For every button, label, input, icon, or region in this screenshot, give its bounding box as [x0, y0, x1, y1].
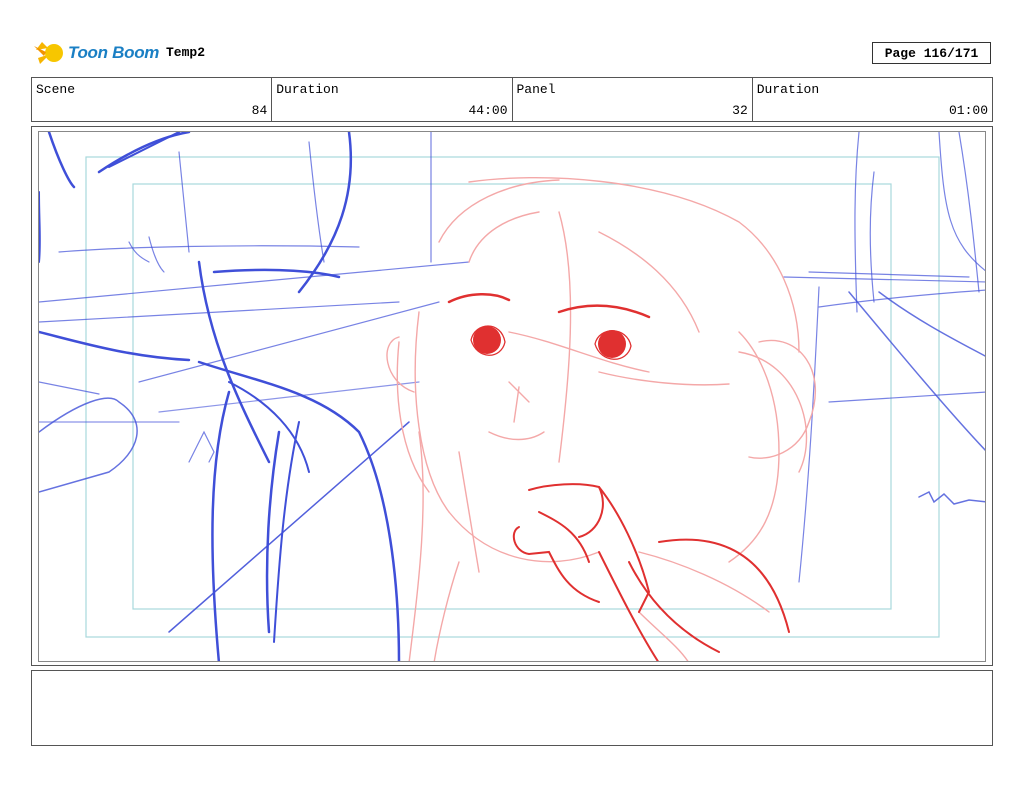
- scene-duration-value: 44:00: [468, 103, 508, 118]
- scene-duration-cell: Duration 44:00: [272, 78, 513, 121]
- notes-box[interactable]: [31, 670, 993, 746]
- scene-duration-label: Duration: [276, 82, 339, 97]
- panel-info-row: Scene 84 Duration 44:00 Panel 32 Duratio…: [31, 77, 993, 122]
- background-sketch: [39, 132, 985, 661]
- character-rough-sketch: [386, 177, 817, 661]
- toon-boom-logo: Toon Boom: [34, 38, 164, 68]
- project-name: Temp2: [166, 45, 206, 60]
- page-counter: Page 116/171: [872, 42, 991, 64]
- scene-cell: Scene 84: [32, 78, 273, 121]
- panel-value: 32: [732, 103, 748, 118]
- brand-name: Toon Boom: [68, 43, 160, 62]
- toon-boom-logo-icon: [34, 42, 63, 64]
- panel-cell: Panel 32: [513, 78, 753, 121]
- panel-duration-label: Duration: [756, 82, 820, 97]
- scene-value: 84: [251, 103, 268, 118]
- scene-label: Scene: [36, 82, 76, 97]
- panel-label: Panel: [516, 82, 556, 97]
- storyboard-sketch: [39, 132, 985, 661]
- panel-duration-cell: Duration 01:00: [753, 78, 992, 121]
- character-clean-sketch: [447, 293, 790, 661]
- panel-image[interactable]: [38, 131, 986, 662]
- action-safe-frame: [132, 183, 892, 610]
- panel-duration-value: 01:00: [948, 103, 988, 118]
